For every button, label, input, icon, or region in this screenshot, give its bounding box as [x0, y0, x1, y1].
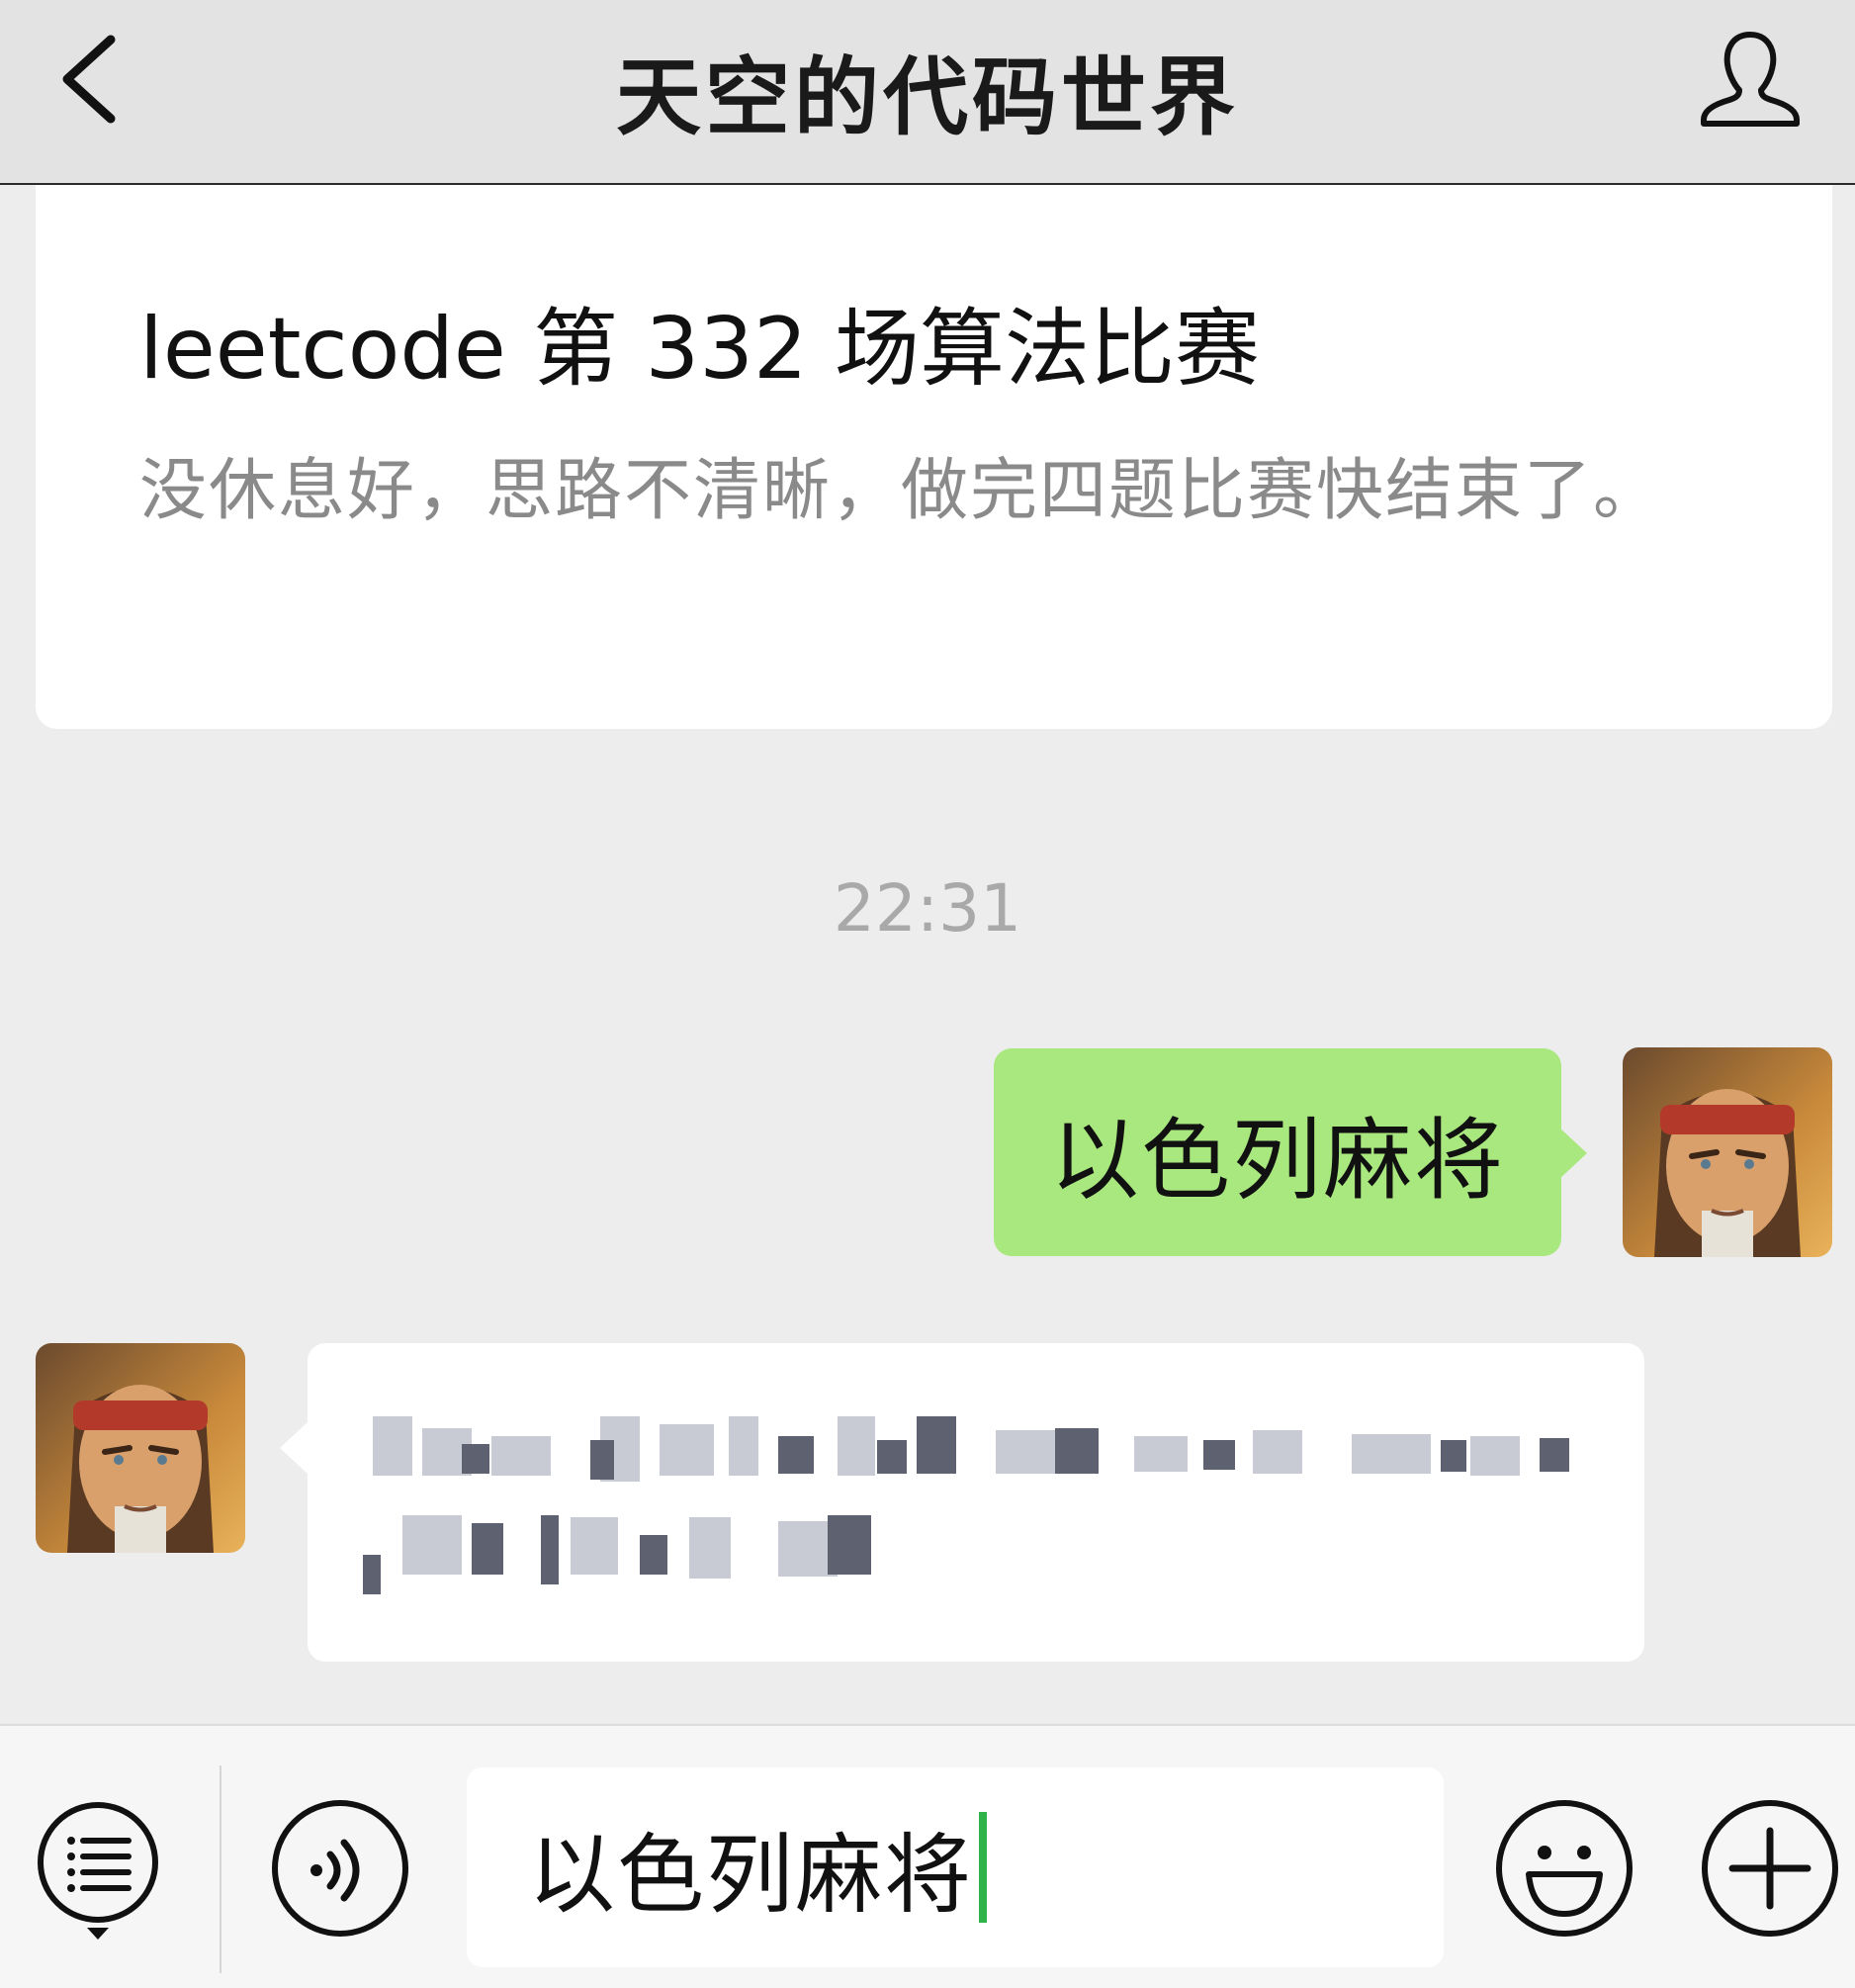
outgoing-message-bubble[interactable]: 以色列麻将 — [994, 1048, 1587, 1256]
nav-header: 天空的代码世界 — [0, 0, 1855, 185]
avatar-image — [1623, 1047, 1832, 1257]
emoji-icon[interactable] — [1493, 1797, 1636, 1941]
blurred-message-content — [363, 1416, 1569, 1594]
person-icon[interactable] — [1696, 25, 1805, 134]
message-input-value: 以色列麻将 — [528, 1823, 974, 1926]
avatar-image — [36, 1343, 245, 1553]
message-timestamp: 22:31 — [833, 870, 1022, 947]
article-title: leetcode 第 332 场算法比赛 — [139, 300, 1260, 399]
text-caret — [979, 1812, 988, 1923]
avatar[interactable] — [36, 1343, 245, 1553]
chat-title: 天空的代码世界 — [616, 48, 1239, 147]
avatar[interactable] — [1623, 1047, 1832, 1257]
plus-icon[interactable] — [1699, 1797, 1842, 1941]
outgoing-message-text: 以色列麻将 — [1050, 1109, 1505, 1213]
input-bar-divider — [220, 1765, 221, 1973]
list-menu-icon[interactable] — [32, 1797, 165, 1955]
input-bar: 以色列麻将 — [0, 1724, 1855, 1988]
article-description: 没休息好，思路不清晰，做完四题比赛快结束了。 — [139, 452, 1663, 530]
incoming-message-bubble[interactable] — [280, 1343, 1644, 1662]
message-input[interactable]: 以色列麻将 — [467, 1767, 1444, 1967]
voice-icon[interactable] — [269, 1797, 412, 1941]
article-card[interactable]: leetcode 第 332 场算法比赛 没休息好，思路不清晰，做完四题比赛快结… — [36, 185, 1832, 729]
